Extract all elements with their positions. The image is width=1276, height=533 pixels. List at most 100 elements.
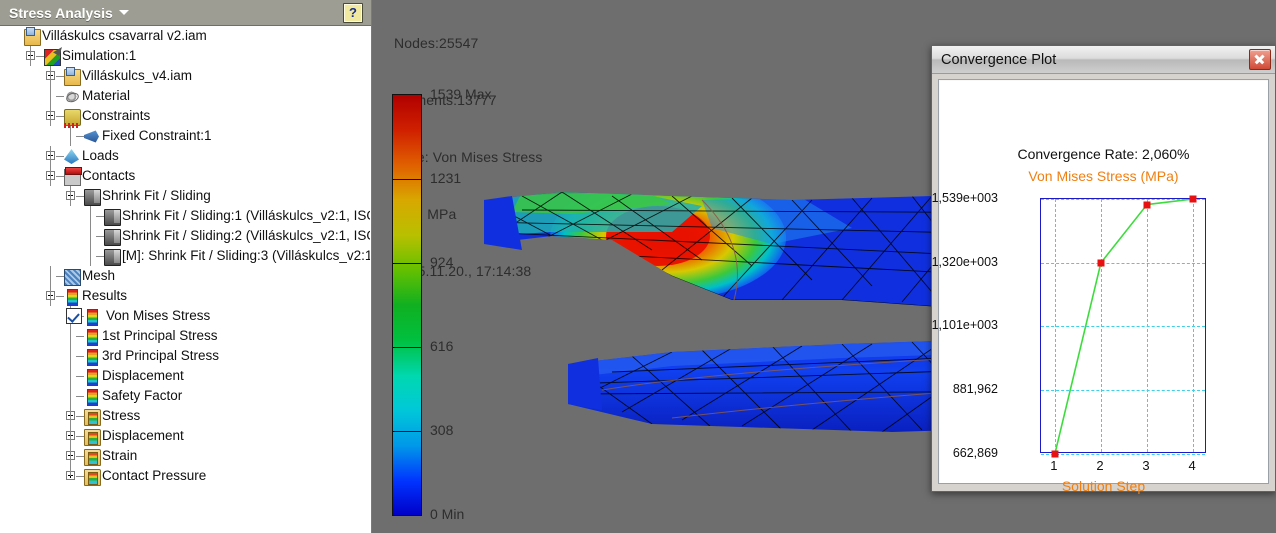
tree-connector xyxy=(70,426,71,446)
tree-item-3rd-principal-stress[interactable]: 3rd Principal Stress xyxy=(0,346,370,366)
tree-item-safety-factor[interactable]: Safety Factor xyxy=(0,386,370,406)
tree-connector xyxy=(76,376,84,377)
legend-label-max: 1539 Max xyxy=(430,86,492,102)
tree-connector xyxy=(70,366,71,386)
assembly-icon xyxy=(64,67,81,86)
folder-icon xyxy=(84,429,101,446)
tree-connector xyxy=(90,206,91,226)
tree-item-label: Constraints xyxy=(82,108,151,123)
tree-item-shrink-fit-sliding[interactable]: Shrink Fit / Sliding xyxy=(0,186,370,206)
tree-item-label: Fixed Constraint:1 xyxy=(102,128,212,143)
tree-item-label: Simulation:1 xyxy=(62,48,137,63)
tree-connector xyxy=(30,46,31,66)
dialog-body: Convergence Rate: 2,060% Von Mises Stres… xyxy=(932,79,1269,494)
convergence-plot-dialog[interactable]: Convergence Plot Convergence Rate: 2,060… xyxy=(931,45,1276,494)
tree-connector xyxy=(56,116,64,117)
tree-connector xyxy=(76,136,84,137)
chart-title: Convergence Rate: 2,060% xyxy=(1017,146,1190,162)
tree-connector xyxy=(50,266,51,286)
stress-analysis-browser-panel: Stress Analysis ? Villáskulcs csavarral … xyxy=(0,0,372,533)
chart-data-point xyxy=(1051,450,1059,458)
tree-item-simulation-1[interactable]: Simulation:1 xyxy=(0,46,370,66)
result-icon xyxy=(87,329,98,346)
loads-icon xyxy=(64,149,79,164)
contact-icon xyxy=(104,209,121,226)
assembly-icon xyxy=(24,27,41,46)
tree-item-label: Results xyxy=(82,288,128,303)
tree-connector xyxy=(76,476,84,477)
tree-connector xyxy=(90,246,91,266)
tree-item-stress[interactable]: Stress xyxy=(0,406,370,426)
tree-item-vill-skulcs-csavarral-v2-iam[interactable]: Villáskulcs csavarral v2.iam xyxy=(0,26,370,46)
browser-panel-titlebar[interactable]: Stress Analysis ? xyxy=(0,0,371,26)
tree-connector xyxy=(36,56,44,57)
contact-icon xyxy=(84,189,101,206)
dialog-titlebar[interactable]: Convergence Plot xyxy=(932,46,1275,74)
tree-item-displacement[interactable]: Displacement xyxy=(0,426,370,446)
tree-connector xyxy=(76,416,84,417)
tree-item-shrink-fit-sliding-1-vill-skulcs-v2-1-is[interactable]: Shrink Fit / Sliding:1 (Villáskulcs_v2:1… xyxy=(0,206,370,226)
material-icon xyxy=(64,89,79,104)
tree-connector xyxy=(96,256,104,257)
tree-item-label: 3rd Principal Stress xyxy=(102,348,220,363)
browser-panel-title: Stress Analysis xyxy=(9,4,113,21)
tree-item-contacts[interactable]: Contacts xyxy=(0,166,370,186)
tree-connector xyxy=(70,466,71,476)
tree-item-m-shrink-fit-sliding-3-vill-skulcs-v2-1-[interactable]: [M]: Shrink Fit / Sliding:3 (Villáskulcs… xyxy=(0,246,370,266)
tree-connector xyxy=(50,86,51,106)
chart-xtick-label: 1 xyxy=(1050,458,1058,473)
folder-icon xyxy=(84,449,101,466)
tree-item-vill-skulcs-v4-iam[interactable]: Villáskulcs_v4.iam xyxy=(0,66,370,86)
tree-connector xyxy=(76,456,84,457)
info-nodes: Nodes:25547 xyxy=(394,35,479,51)
tree-connector xyxy=(50,106,51,126)
chart-ytick-label: 1,539e+003 xyxy=(931,191,998,205)
tree-item-fixed-constraint-1[interactable]: Fixed Constraint:1 xyxy=(0,126,370,146)
tree-item-shrink-fit-sliding-2-vill-skulcs-v2-1-is[interactable]: Shrink Fit / Sliding:2 (Villáskulcs_v2:1… xyxy=(0,226,370,246)
checkbox-checked-icon[interactable] xyxy=(66,308,82,324)
tree-item-material[interactable]: Material xyxy=(0,86,370,106)
tree-item-contact-pressure[interactable]: Contact Pressure xyxy=(0,466,370,486)
tree-item-1st-principal-stress[interactable]: 1st Principal Stress xyxy=(0,326,370,346)
tree-connector xyxy=(76,436,84,437)
tree-connector xyxy=(50,166,51,186)
tree-item-constraints[interactable]: Constraints xyxy=(0,106,370,128)
model-tree[interactable]: Villáskulcs csavarral v2.iam Simulation:1… xyxy=(0,26,370,533)
chart-data-point xyxy=(1143,201,1151,209)
tree-connector xyxy=(76,336,84,337)
tree-connector xyxy=(70,446,71,466)
result-icon xyxy=(87,349,98,366)
tree-item-label: Shrink Fit / Sliding xyxy=(102,188,211,203)
tree-item-label: Villáskulcs csavarral v2.iam xyxy=(42,28,207,43)
tree-connector xyxy=(56,276,64,277)
tree-item-label: 1st Principal Stress xyxy=(102,328,218,343)
tree-item-label: Loads xyxy=(82,148,119,163)
tree-item-label: Contact Pressure xyxy=(102,468,207,483)
result-icon xyxy=(87,389,98,406)
tree-item-label: Shrink Fit / Sliding:2 (Villáskulcs_v2:1… xyxy=(122,228,370,243)
tree-connector xyxy=(56,296,64,297)
legend-label-1231: 1231 xyxy=(430,170,462,186)
tree-item-label: Contacts xyxy=(82,168,136,183)
chevron-down-icon[interactable] xyxy=(118,10,129,15)
tree-connector xyxy=(70,346,71,366)
tree-connector xyxy=(56,96,64,97)
close-icon[interactable] xyxy=(1249,49,1271,70)
help-question-icon[interactable]: ? xyxy=(343,3,363,23)
tree-item-results[interactable]: Results xyxy=(0,286,370,306)
contacts-icon xyxy=(64,167,82,186)
tree-item-displacement[interactable]: Displacement xyxy=(0,366,370,386)
tree-connector xyxy=(70,126,71,146)
tree-item-strain[interactable]: Strain xyxy=(0,446,370,466)
dialog-title: Convergence Plot xyxy=(941,51,1057,68)
color-legend-bar xyxy=(392,94,422,516)
tree-item-mesh[interactable]: Mesh xyxy=(0,266,370,286)
tree-connector xyxy=(56,176,64,177)
tree-connector xyxy=(96,236,104,237)
tree-item-von-mises-stress[interactable]: Von Mises Stress xyxy=(0,306,370,326)
fixed-constraint-icon xyxy=(84,130,99,143)
legend-label-616: 616 xyxy=(430,338,454,354)
tree-item-label: Shrink Fit / Sliding:1 (Villáskulcs_v2:1… xyxy=(122,208,370,223)
tree-item-loads[interactable]: Loads xyxy=(0,146,370,166)
tree-connector xyxy=(70,186,71,206)
